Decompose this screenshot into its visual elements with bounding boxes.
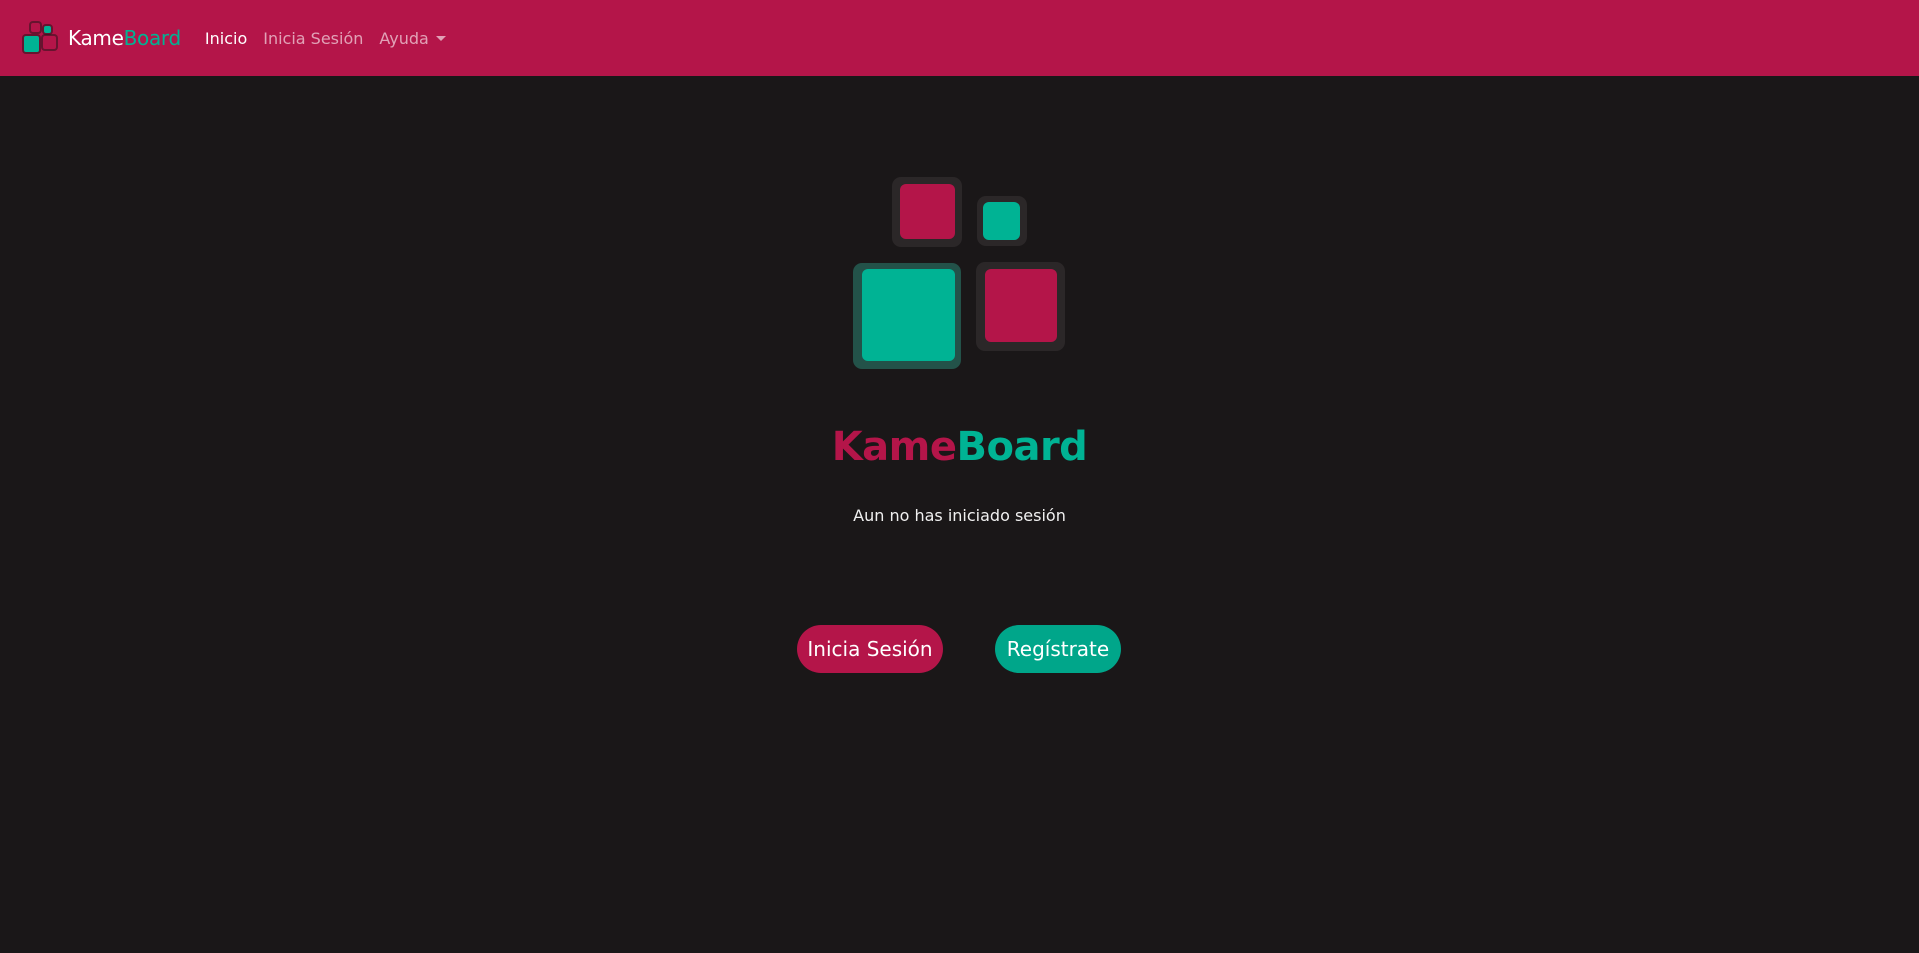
nav-dropdown-ayuda-label: Ayuda <box>379 28 429 48</box>
brand-name: KameBoard <box>68 26 181 50</box>
nav-link-inicio[interactable]: Inicio <box>205 29 247 48</box>
register-button[interactable]: Regístrate <box>995 625 1121 673</box>
caret-down-icon <box>435 35 446 41</box>
brand-name-board: Board <box>123 26 182 50</box>
login-status-text: Aun no has iniciado sesión <box>853 506 1066 525</box>
navbar: KameBoard Inicio Inicia Sesión Ayuda <box>0 0 1919 76</box>
hero-logo-icon <box>853 177 1065 369</box>
brand-name-kame: Kame <box>68 26 124 50</box>
nav-dropdown-ayuda[interactable]: Ayuda <box>379 28 446 48</box>
login-button[interactable]: Inicia Sesión <box>797 625 943 673</box>
hero-title: KameBoard <box>0 424 1919 470</box>
hero-title-kame: Kame <box>831 424 957 470</box>
brand-link[interactable]: KameBoard <box>22 21 181 55</box>
kameboard-logo-icon <box>22 21 58 55</box>
nav-link-inicia-sesion[interactable]: Inicia Sesión <box>263 29 363 48</box>
nav-links: Inicio Inicia Sesión Ayuda <box>205 29 462 48</box>
hero-title-board: Board <box>956 424 1088 470</box>
